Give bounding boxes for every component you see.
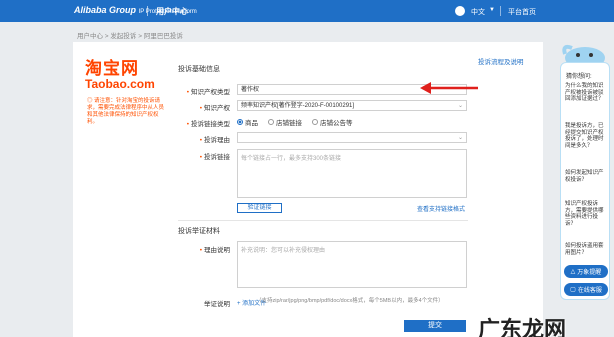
language-selector[interactable]: 中文 xyxy=(471,7,485,17)
chat-icon: ▢ xyxy=(570,287,576,293)
breadcrumb[interactable]: 用户中心 > 发起投诉 > 阿里巴巴投诉 xyxy=(77,30,183,40)
radio-shop-link[interactable]: 店铺链接 xyxy=(268,117,302,127)
taobao-logo: 淘宝网 Taobao.com xyxy=(85,54,155,91)
verify-links-button[interactable]: 验证链接 xyxy=(237,203,282,213)
section-title-evidence: 投诉举证材料 xyxy=(178,228,220,235)
submit-button[interactable]: 提交 xyxy=(404,320,466,332)
radio-icon xyxy=(312,119,318,125)
bell-icon: △ xyxy=(570,269,576,275)
divider xyxy=(147,6,148,16)
ip-label: • 知识产权 xyxy=(199,105,230,112)
red-arrow-annotation xyxy=(420,82,478,94)
radio-selected-icon xyxy=(237,119,243,125)
divider xyxy=(500,6,501,16)
brand-en: Taobao.com xyxy=(85,77,155,91)
guide-link[interactable]: 投诉流程及说明 xyxy=(478,56,524,66)
ip-select-value: 频率知识产权[著作登字-2020-F-00100291] xyxy=(241,103,355,109)
ip-type-label: • 知识产权类型 xyxy=(186,89,230,96)
logo-text: Alibaba Group xyxy=(74,5,137,15)
radio-goods-label: 商品 xyxy=(245,120,258,127)
attach-label: 举证说明 xyxy=(204,301,230,308)
top-navigation-bar: Alibaba Group IP Protection Platform 用户中… xyxy=(0,0,614,22)
divider xyxy=(178,220,468,221)
faq-item[interactable]: 为什么我的知识产权被投诉被驳回添加证据过？ xyxy=(565,83,607,103)
chevron-down-icon: ⌄ xyxy=(457,135,463,141)
chevron-down-icon[interactable]: ▼ xyxy=(489,7,495,13)
notice-text: ◎ 请注意：针对淘宝的投诉请求，需要完成法律程序中从人员和其他法律保持的知识产权… xyxy=(87,98,165,125)
reason-select[interactable]: ⌄ xyxy=(237,132,467,143)
links-textarea[interactable]: 每个链接占一行，最多支持300条链接 xyxy=(237,149,467,198)
link-type-label: • 投诉链接类型 xyxy=(186,121,230,128)
reminder-button[interactable]: △ 万象提醒 xyxy=(564,265,608,278)
radio-shop-notice-label: 店铺公告等 xyxy=(320,120,353,127)
attach-hint: （支持zip/rar/jpg/png/bmp/pdf/doc/docx格式，每个… xyxy=(256,298,444,304)
user-center-title[interactable]: 用户中心 xyxy=(156,6,188,17)
radio-icon xyxy=(268,119,274,125)
faq-item[interactable]: 我是投诉方，已经提交知识产权投诉了，处理时间是多久？ xyxy=(565,123,607,149)
evidence-reason-label: • 理由说明 xyxy=(199,247,230,254)
ip-select[interactable]: 频率知识产权[著作登字-2020-F-00100291] ⌄ xyxy=(237,100,467,111)
radio-shop-link-label: 店铺链接 xyxy=(276,120,302,127)
side-title: 猜你想问: xyxy=(566,74,592,80)
view-link-format-link[interactable]: 查看支持链接格式 xyxy=(417,204,465,213)
online-service-label: 在线客服 xyxy=(577,288,602,294)
faq-item[interactable]: 知识产权投诉方，需要提供哪些资料进行投诉？ xyxy=(565,201,607,227)
link-type-radio-group: 商品 店铺链接 店铺公告等 xyxy=(237,117,353,127)
faq-item[interactable]: 如何投诉盗用套用图片？ xyxy=(565,243,607,256)
watermark: 广东龙网 xyxy=(478,317,567,337)
avatar[interactable] xyxy=(455,6,465,16)
help-side-panel: 猜你想问: 为什么我的知识产权被投诉被驳回添加证据过？ 我是投诉方，已经提交知识… xyxy=(560,62,610,300)
brand-cn: 淘宝网 xyxy=(85,59,139,79)
section-title-basic: 投诉基础信息 xyxy=(178,66,220,73)
radio-goods[interactable]: 商品 xyxy=(237,117,258,127)
radio-shop-notice[interactable]: 店铺公告等 xyxy=(312,117,353,127)
chevron-down-icon: ⌄ xyxy=(457,103,463,109)
links-label: • 投诉链接 xyxy=(199,154,230,161)
platform-home-link[interactable]: 平台首页 xyxy=(508,7,536,17)
reason-label: • 投诉理由 xyxy=(199,137,230,144)
faq-item[interactable]: 如何发起知识产权投诉？ xyxy=(565,170,607,183)
online-service-button[interactable]: ▢ 在线客服 xyxy=(564,283,608,296)
reminder-label: 万象提醒 xyxy=(577,270,602,276)
evidence-reason-textarea[interactable]: 补充说明：您可以补充侵权理由 xyxy=(237,241,467,288)
